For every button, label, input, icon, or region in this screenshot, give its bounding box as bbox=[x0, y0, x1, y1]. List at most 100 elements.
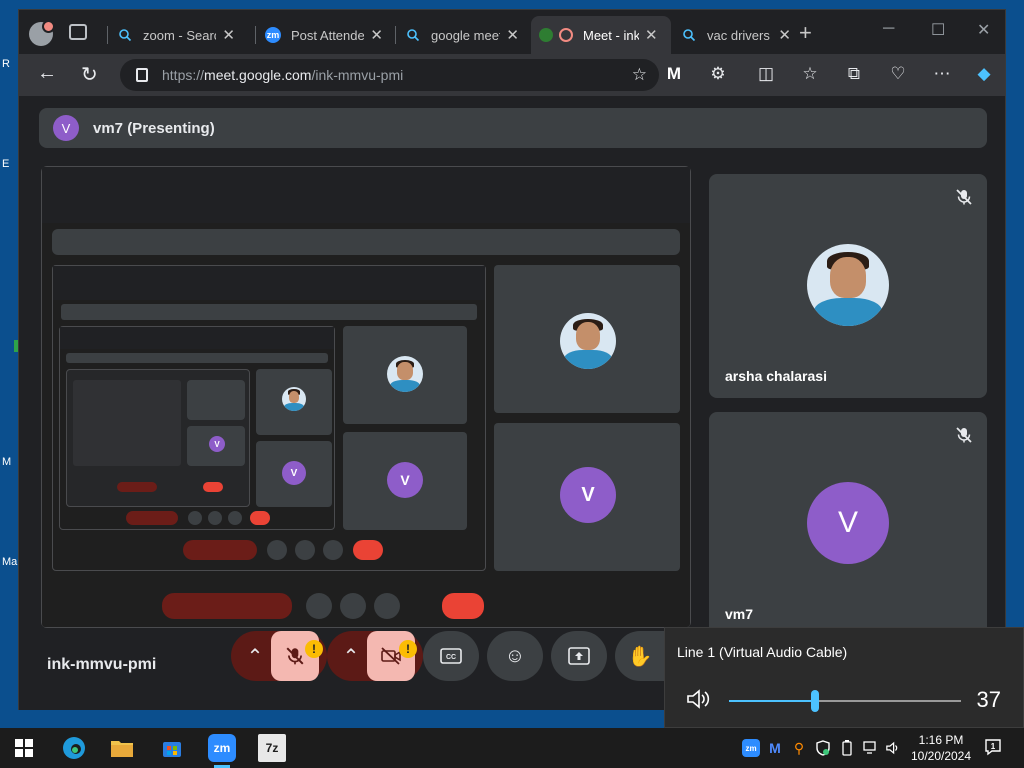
mic-off-icon bbox=[956, 189, 972, 205]
close-icon[interactable]: ✕ bbox=[506, 26, 519, 44]
battery-tray-icon[interactable] bbox=[838, 739, 856, 757]
close-icon[interactable]: ✕ bbox=[645, 26, 658, 44]
malwarebytes-icon[interactable]: M bbox=[663, 64, 685, 84]
browser-toolbar: ← ↻ https://meet.google.com/ink-mmvu-pmi… bbox=[19, 54, 1005, 96]
notification-icon: 1 bbox=[985, 739, 1001, 756]
search-icon bbox=[117, 27, 133, 43]
collections-icon[interactable]: ⧉ bbox=[843, 64, 865, 84]
participant-tile-vm7[interactable]: V vm7 bbox=[709, 412, 987, 636]
speaker-icon[interactable] bbox=[685, 688, 711, 710]
captions-icon: CC bbox=[440, 648, 462, 664]
tab-post-attendee[interactable]: zm Post Attendee ✕ bbox=[257, 16, 391, 54]
tab-vac-drivers-search[interactable]: vac drivers - Search ✕ bbox=[673, 16, 799, 54]
new-tab-button[interactable]: + bbox=[799, 20, 812, 46]
start-button[interactable] bbox=[10, 734, 38, 762]
more-menu-icon[interactable]: ⋯ bbox=[931, 64, 953, 84]
tab-zoom-search[interactable]: zoom - Search ✕ bbox=[109, 16, 243, 54]
tab-bar: zoom - Search ✕ zm Post Attendee ✕ googl… bbox=[19, 10, 1005, 54]
maximize-button[interactable]: ☐ bbox=[931, 20, 945, 40]
present-button[interactable] bbox=[551, 631, 607, 681]
split-screen-icon[interactable]: ◫ bbox=[755, 64, 777, 84]
tab-title: Meet - ink-mmvu-pmi bbox=[583, 27, 639, 43]
reload-button[interactable]: ↻ bbox=[81, 62, 98, 87]
tab-meet[interactable]: Meet - ink-mmvu-pmi ✕ bbox=[531, 16, 671, 54]
mic-off-icon bbox=[956, 427, 972, 443]
notification-center-button[interactable]: 1 bbox=[984, 738, 1002, 756]
emoji-icon: ☺ bbox=[504, 644, 526, 667]
volume-slider-fill bbox=[729, 700, 815, 702]
network-tray-icon[interactable] bbox=[862, 739, 880, 757]
desktop-edge: R E M Ma bbox=[0, 0, 20, 720]
browser-window: zoom - Search ✕ zm Post Attendee ✕ googl… bbox=[18, 9, 1006, 710]
notification-count: 1 bbox=[991, 742, 996, 751]
url-text: https://meet.google.com/ink-mmvu-pmi bbox=[162, 67, 404, 83]
search-icon bbox=[681, 27, 697, 43]
presenter-label: vm7 (Presenting) bbox=[93, 119, 215, 137]
volume-level: 37 bbox=[976, 687, 1001, 712]
close-window-button[interactable]: ✕ bbox=[977, 20, 990, 40]
taskbar-edge[interactable] bbox=[60, 734, 88, 762]
mic-off-icon bbox=[286, 647, 304, 665]
browser-essentials-icon[interactable]: ♡ bbox=[887, 64, 909, 84]
warning-badge: ! bbox=[399, 640, 417, 658]
address-bar[interactable]: https://meet.google.com/ink-mmvu-pmi ☆ bbox=[120, 59, 659, 91]
close-icon[interactable]: ✕ bbox=[778, 26, 791, 44]
volume-tray-icon[interactable] bbox=[884, 739, 902, 757]
zoom-icon: zm bbox=[265, 27, 281, 43]
tab-title: vac drivers - Search bbox=[707, 27, 772, 43]
meet-page: V vm7 (Presenting) V V V V arsha chalara… bbox=[19, 96, 1005, 710]
avatar: V bbox=[53, 115, 79, 141]
copilot-icon[interactable]: ◆ bbox=[973, 64, 995, 84]
presenter-banner[interactable]: V vm7 (Presenting) bbox=[39, 108, 987, 148]
search-tray-icon[interactable]: ⚲ bbox=[790, 739, 808, 757]
profile-avatar-icon[interactable] bbox=[29, 20, 55, 46]
tab-title: zoom - Search bbox=[143, 27, 216, 43]
minimize-button[interactable]: ─ bbox=[883, 20, 894, 38]
captions-button[interactable]: CC bbox=[423, 631, 479, 681]
tab-separator bbox=[107, 26, 108, 44]
participant-video bbox=[807, 244, 889, 326]
lock-icon bbox=[136, 68, 148, 82]
avatar: V bbox=[807, 482, 889, 564]
clock-date: 10/20/2024 bbox=[910, 749, 972, 763]
participant-tile-arsha[interactable]: arsha chalarasi bbox=[709, 174, 987, 398]
present-screen-icon bbox=[568, 647, 590, 665]
meet-icon bbox=[539, 28, 553, 42]
taskbar-file-explorer[interactable] bbox=[108, 734, 136, 762]
search-icon bbox=[405, 27, 421, 43]
taskbar-7zip[interactable]: 7z bbox=[258, 734, 286, 762]
extensions-icon[interactable]: ⚙ bbox=[707, 64, 729, 84]
zoom-tray-icon[interactable]: zm bbox=[742, 739, 760, 757]
store-icon bbox=[163, 742, 181, 757]
volume-slider[interactable] bbox=[729, 690, 961, 712]
participant-name: arsha chalarasi bbox=[725, 368, 827, 384]
reactions-button[interactable]: ☺ bbox=[487, 631, 543, 681]
raise-hand-button[interactable]: ✋ bbox=[615, 631, 665, 681]
edge-icon bbox=[63, 737, 85, 759]
tab-separator bbox=[395, 26, 396, 44]
back-button[interactable]: ← bbox=[37, 62, 57, 85]
meeting-code: ink-mmvu-pmi bbox=[47, 656, 157, 673]
volume-flyout: Line 1 (Virtual Audio Cable) 37 bbox=[664, 627, 1024, 728]
malwarebytes-tray-icon[interactable]: M bbox=[766, 739, 784, 757]
taskbar-store[interactable] bbox=[158, 734, 186, 762]
taskbar: zm 7z zm M ⚲ 1:16 PM 10/20/2024 1 bbox=[0, 728, 1024, 768]
tab-google-meet-search[interactable]: google meet ✕ bbox=[397, 16, 527, 54]
volume-slider-thumb[interactable] bbox=[810, 690, 819, 712]
favorites-icon[interactable]: ☆ bbox=[799, 64, 821, 84]
favorite-star-icon[interactable]: ☆ bbox=[632, 65, 647, 85]
screen-share-view: V V V V bbox=[41, 166, 691, 628]
tab-actions-icon[interactable] bbox=[69, 24, 87, 40]
close-icon[interactable]: ✕ bbox=[222, 26, 235, 44]
folder-icon bbox=[111, 741, 133, 757]
taskbar-zoom[interactable]: zm bbox=[208, 734, 236, 762]
security-tray-icon[interactable] bbox=[814, 739, 832, 757]
warning-badge: ! bbox=[305, 640, 323, 658]
close-icon[interactable]: ✕ bbox=[370, 26, 383, 44]
tab-title: Post Attendee bbox=[291, 27, 365, 43]
taskbar-clock[interactable]: 1:16 PM 10/20/2024 bbox=[908, 732, 974, 764]
clock-time: 1:16 PM bbox=[918, 733, 964, 747]
recording-icon bbox=[559, 28, 573, 42]
tab-separator bbox=[255, 26, 256, 44]
tab-title: google meet bbox=[431, 27, 501, 43]
